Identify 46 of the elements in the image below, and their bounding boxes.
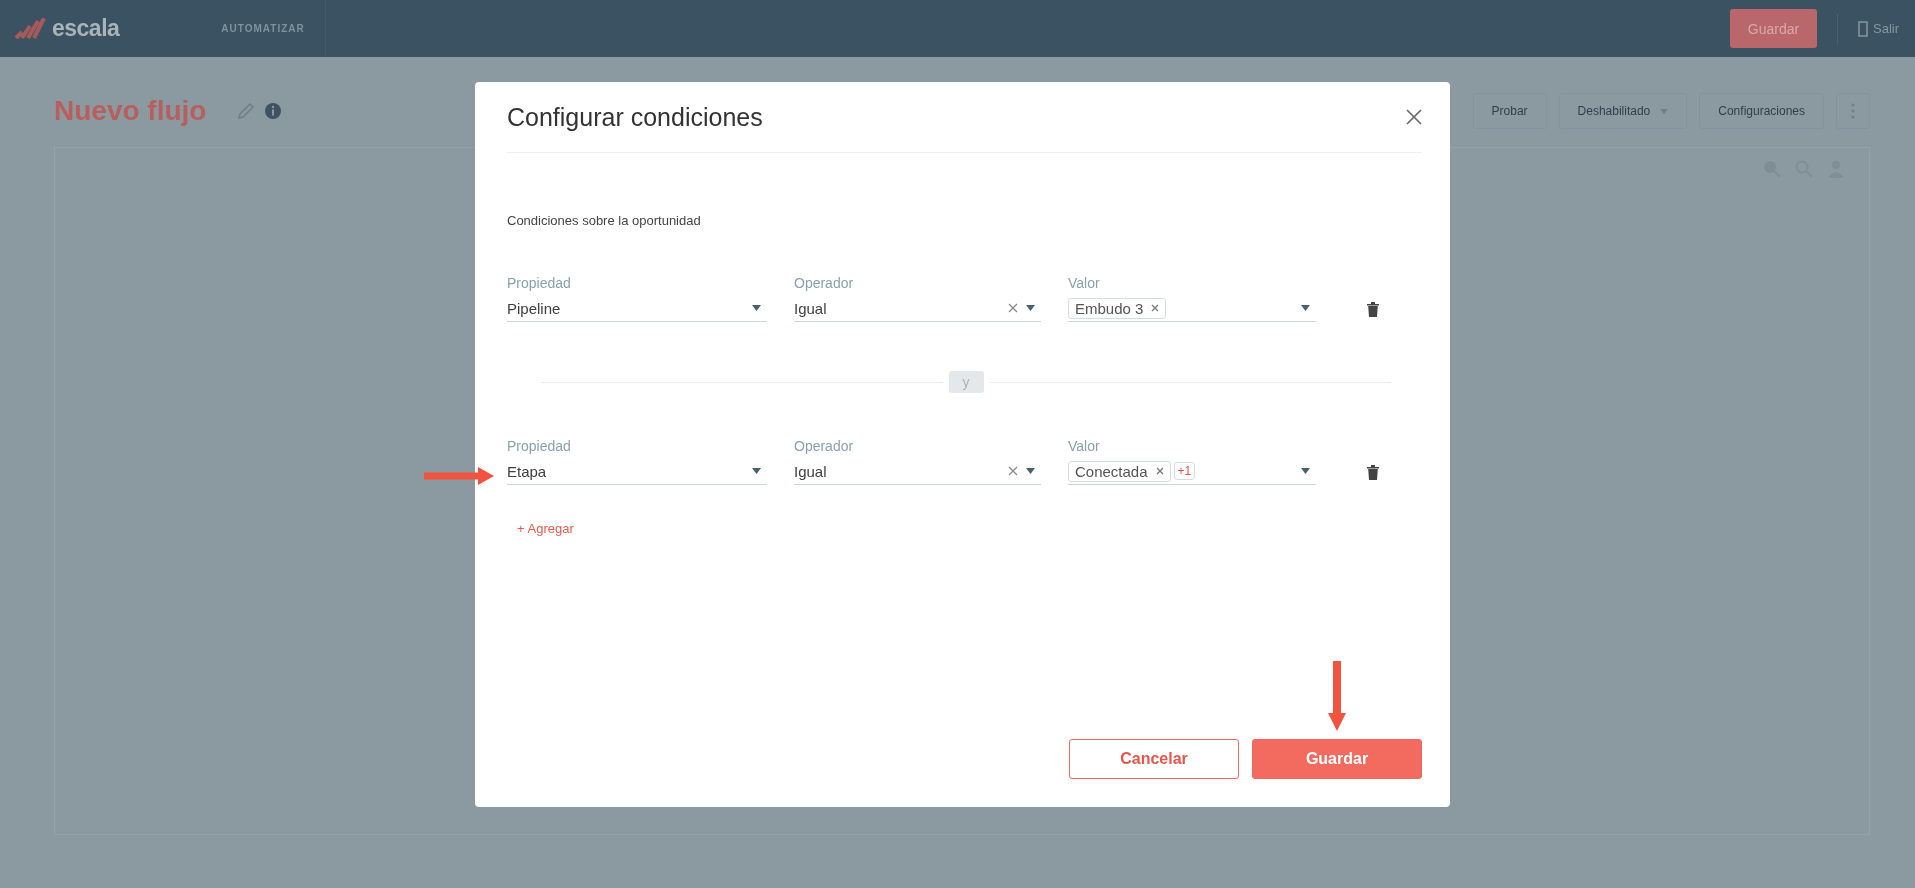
caret-icon: [1660, 108, 1669, 114]
save-button[interactable]: Guardar: [1252, 739, 1422, 779]
nav-tab[interactable]: AUTOMATIZAR: [201, 0, 326, 57]
operator-select[interactable]: Igual: [794, 458, 1041, 485]
field-label: Valor: [1068, 438, 1101, 454]
more-count: +1: [1173, 462, 1196, 480]
logo-text: escala: [52, 15, 120, 42]
operator-select[interactable]: Igual: [794, 295, 1041, 322]
section-label: Condiciones sobre la oportunidad: [507, 213, 702, 228]
value-select[interactable]: Embudo 3: [1068, 295, 1316, 322]
close-icon[interactable]: [1406, 109, 1422, 125]
caret-icon: [1301, 468, 1310, 474]
add-link[interactable]: + Agregar: [517, 521, 574, 536]
field-label: Propiedad: [507, 438, 572, 454]
and-separator: y: [948, 371, 984, 393]
flow-title: Nuevo flujo: [54, 95, 207, 127]
trash-icon[interactable]: [1367, 465, 1379, 480]
property-select[interactable]: Pipeline: [507, 295, 767, 322]
status-dropdown[interactable]: Deshabilitado: [1558, 93, 1688, 129]
value-select[interactable]: Conectada +1: [1068, 458, 1316, 485]
remove-icon[interactable]: [1155, 467, 1164, 475]
field-label: Valor: [1068, 275, 1101, 291]
dialog-title: Configurar condiciones: [507, 102, 763, 132]
toolbar-button[interactable]: Configuraciones: [1699, 93, 1824, 129]
info-icon: [264, 102, 283, 120]
cancel-button[interactable]: Cancelar: [1069, 739, 1239, 779]
caret-icon: [752, 305, 761, 311]
caret-icon: [1026, 468, 1035, 474]
caret-icon: [752, 468, 761, 474]
save-button[interactable]: Guardar: [1730, 9, 1817, 48]
clear-icon[interactable]: [1008, 303, 1018, 313]
clear-icon[interactable]: [1008, 466, 1018, 476]
property-select[interactable]: Etapa: [507, 458, 767, 485]
exit-link[interactable]: Salir: [1858, 20, 1899, 37]
field-label: Operador: [794, 438, 855, 454]
caret-icon: [1301, 305, 1310, 311]
caret-icon: [1026, 305, 1035, 311]
field-label: Operador: [794, 275, 855, 291]
bars-logo-icon: [14, 17, 48, 40]
toolbar-button[interactable]: Probar: [1472, 93, 1547, 129]
trash-icon[interactable]: [1367, 302, 1379, 317]
value-tag: Embudo 3: [1068, 297, 1167, 319]
field-label: Propiedad: [507, 275, 572, 291]
door-icon: [1858, 20, 1868, 37]
value-tag: Conectada: [1068, 460, 1171, 482]
remove-icon[interactable]: [1151, 304, 1160, 312]
